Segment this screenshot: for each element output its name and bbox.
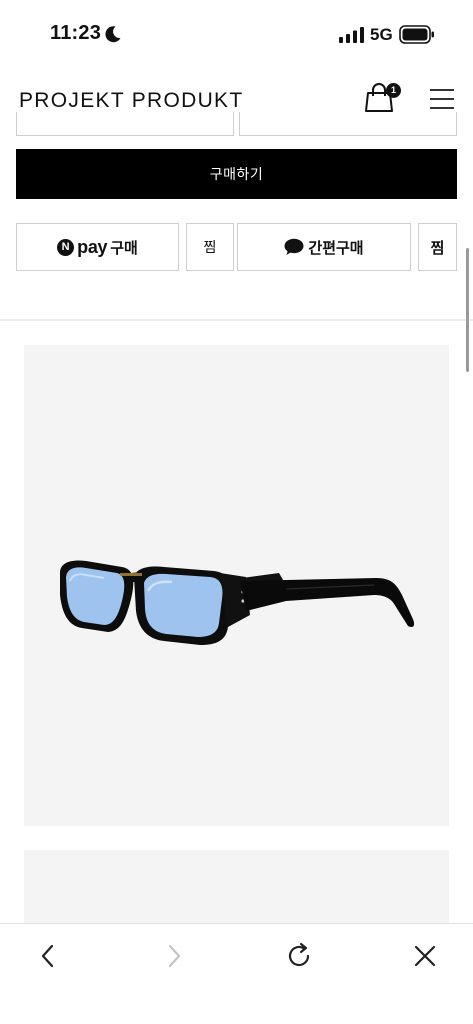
npay-label: 구매 xyxy=(110,239,138,257)
speech-bubble-icon xyxy=(284,238,304,255)
back-arrow-icon[interactable] xyxy=(34,941,64,971)
option-select-2[interactable] xyxy=(239,112,457,136)
close-icon[interactable] xyxy=(410,941,440,971)
network-label: 5G xyxy=(370,25,393,44)
scrollbar[interactable] xyxy=(466,248,469,372)
hamburger-menu-icon[interactable] xyxy=(430,88,456,110)
cellular-signal-icon xyxy=(339,27,364,43)
cart-count-badge: 1 xyxy=(386,83,401,98)
product-image xyxy=(24,345,449,826)
product-image-2 xyxy=(24,850,449,930)
naver-pay-button[interactable]: N pay 구매 xyxy=(16,223,179,271)
sunglasses-image xyxy=(60,560,415,645)
wishlist-label-2: 찜 xyxy=(430,239,445,257)
kakao-wishlist-button[interactable]: 찜 xyxy=(418,223,457,271)
browser-toolbar xyxy=(0,923,473,1024)
naver-wishlist-button[interactable]: 찜 xyxy=(186,223,234,271)
battery-icon xyxy=(399,25,434,44)
npay-word: pay xyxy=(77,236,108,257)
wishlist-label: 찜 xyxy=(203,239,217,255)
brand-logo[interactable]: PROJEKT PRODUKT xyxy=(19,89,243,113)
option-select-1[interactable] xyxy=(16,112,234,136)
kakao-pay-button[interactable]: 간편구매 xyxy=(237,223,411,271)
status-bar: 11:23 5G xyxy=(0,0,473,70)
section-divider xyxy=(0,319,473,321)
reload-icon[interactable] xyxy=(284,941,314,971)
kakao-label: 간편구매 xyxy=(308,239,364,257)
forward-arrow-icon[interactable] xyxy=(159,941,189,971)
moon-icon xyxy=(105,26,121,43)
naver-n-icon: N xyxy=(57,238,75,256)
buy-now-button[interactable]: 구매하기 xyxy=(16,149,457,199)
status-time: 11:23 xyxy=(50,22,102,44)
